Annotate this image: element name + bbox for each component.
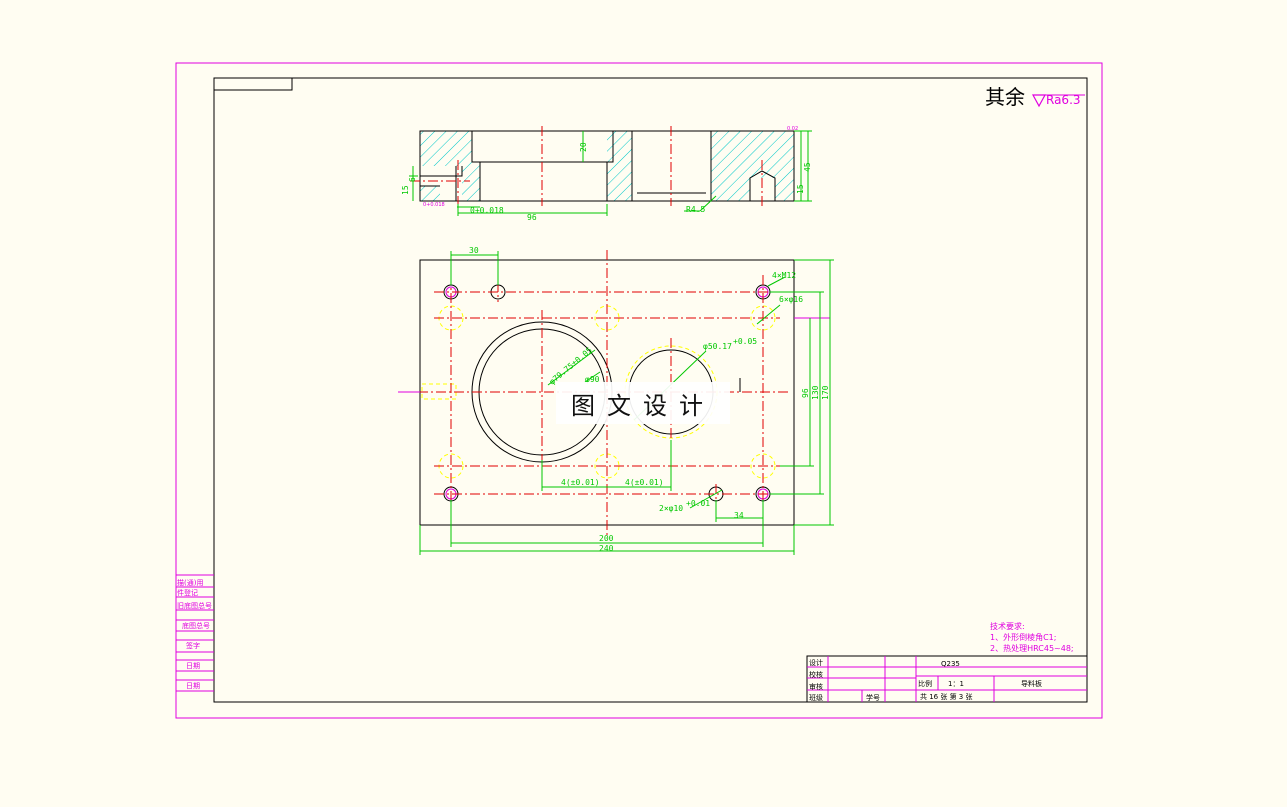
svg-text:1、外形倒棱角C1;: 1、外形倒棱角C1; [990, 632, 1056, 642]
svg-text:Ra6.3: Ra6.3 [1046, 93, 1081, 107]
hatch-center [607, 131, 632, 201]
svg-text:旧底图总号: 旧底图总号 [177, 601, 212, 610]
svg-text:班级: 班级 [809, 693, 823, 702]
dim-6x16: 6×φ16 [779, 295, 803, 304]
dim-130: 130 [811, 385, 820, 400]
svg-text:审核: 审核 [809, 682, 823, 691]
svg-text:签字: 签字 [186, 641, 200, 650]
dim-45: 45 [803, 162, 812, 172]
dim-4xm12: 4×M12 [772, 271, 796, 280]
dim-pins: 2×φ10 [659, 504, 683, 513]
svg-text:件登记: 件登记 [177, 588, 198, 597]
svg-text:校核: 校核 [809, 670, 823, 679]
dim-15-left: 15 [401, 185, 410, 195]
svg-text:技术要求:: 技术要求: [990, 621, 1025, 631]
dim-tol-05: +0.05 [733, 337, 757, 346]
tech-requirements: 技术要求: 1、外形倒棱角C1; 2、热处理HRC45~48; [990, 621, 1074, 653]
svg-text:其余: 其余 [985, 85, 1025, 109]
svg-text:底图总号: 底图总号 [182, 621, 210, 630]
dim-pos-right: 4(±0.01) [625, 478, 664, 487]
svg-text:描(通)用: 描(通)用 [177, 578, 203, 587]
dim-15-right: 15 [796, 184, 805, 194]
top-roughness: 0.02 [787, 126, 798, 132]
dim-96: 96 [527, 213, 537, 222]
tol-small: 0+0.018 [423, 202, 445, 208]
side-registration-block: 描(通)用 件登记 旧底图总号 底图总号 签字 日期 日期 [176, 574, 214, 692]
hatch-right [711, 131, 794, 201]
svg-text:日期: 日期 [186, 662, 200, 670]
corner-tab [213, 77, 293, 91]
dim-r45: R4.5 [686, 205, 705, 214]
dim-pins-tol: +0.01 [686, 499, 710, 508]
title-block: 设计 校核 审核 班级 学号 Q235 比例 1：1 导料板 共 16 张 第 … [806, 655, 1088, 703]
svg-text:共 16 张 第 3 张: 共 16 张 第 3 张 [920, 692, 973, 701]
dim-170: 170 [821, 385, 830, 400]
svg-text:导料板: 导料板 [1021, 679, 1042, 688]
dim-20: 20 [579, 142, 588, 152]
dim-240: 240 [599, 544, 614, 553]
dim-96-v: 96 [801, 388, 810, 398]
svg-text:日期: 日期 [186, 682, 200, 690]
roughness-symbol-icon [1031, 94, 1047, 108]
watermark: 图文设计 [556, 382, 730, 424]
dim-phi6: 0+0.018 [470, 206, 504, 215]
svg-text:比例: 比例 [918, 679, 932, 688]
surface-roughness-note: 其余 Ra6.3 [985, 85, 1085, 109]
dim-30: 30 [469, 246, 479, 255]
dim-pos-left: 4(±0.01) [561, 478, 600, 487]
svg-text:2、热处理HRC45~48;: 2、热处理HRC45~48; [990, 643, 1074, 653]
svg-text:学号: 学号 [866, 693, 880, 702]
dim-200: 200 [599, 534, 614, 543]
svg-text:Q235: Q235 [941, 660, 960, 668]
svg-text:设计: 设计 [809, 658, 823, 667]
svg-text:1：1: 1：1 [948, 680, 964, 688]
dim-34: 34 [734, 511, 744, 520]
hatch-left-lower [420, 186, 440, 201]
section-view: 20 45 15 15 6 96 R4.5 0+0.018 0+0.018 0.… [401, 126, 812, 222]
dim-6: 6 [408, 177, 417, 182]
dim-50-17: φ50.17 [703, 342, 732, 351]
